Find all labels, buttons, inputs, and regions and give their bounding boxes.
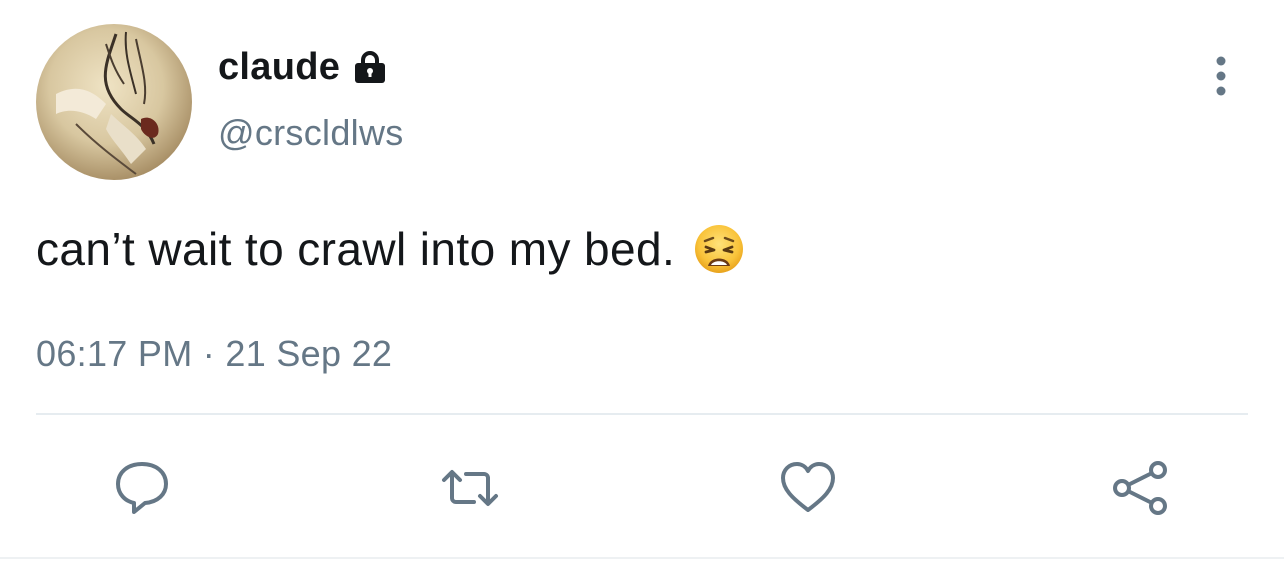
share-button[interactable]: [1110, 458, 1170, 518]
lock-icon: [352, 49, 388, 85]
reply-button[interactable]: [112, 458, 172, 518]
more-vertical-icon[interactable]: [1208, 55, 1234, 97]
bottom-divider: [0, 557, 1284, 559]
speech-bubble-icon: [116, 462, 168, 514]
like-button[interactable]: [778, 458, 838, 518]
user-handle[interactable]: @crscldlws: [218, 112, 404, 154]
avatar[interactable]: [36, 24, 192, 180]
tweet-text-row: can’t wait to crawl into my bed.: [36, 222, 745, 276]
divider: [36, 413, 1248, 415]
heart-icon: [781, 462, 835, 512]
tweet-text: can’t wait to crawl into my bed.: [36, 223, 676, 275]
display-name[interactable]: claude: [218, 46, 340, 89]
weary-face-icon: [693, 223, 745, 275]
user-name-row: claude: [218, 44, 388, 90]
tweet-timestamp[interactable]: 06:17 PM · 21 Sep 22: [36, 333, 392, 375]
avatar-illustration: [56, 31, 159, 175]
retweet-button[interactable]: [440, 458, 500, 518]
share-icon: [1113, 461, 1167, 515]
retweet-icon: [442, 470, 498, 506]
